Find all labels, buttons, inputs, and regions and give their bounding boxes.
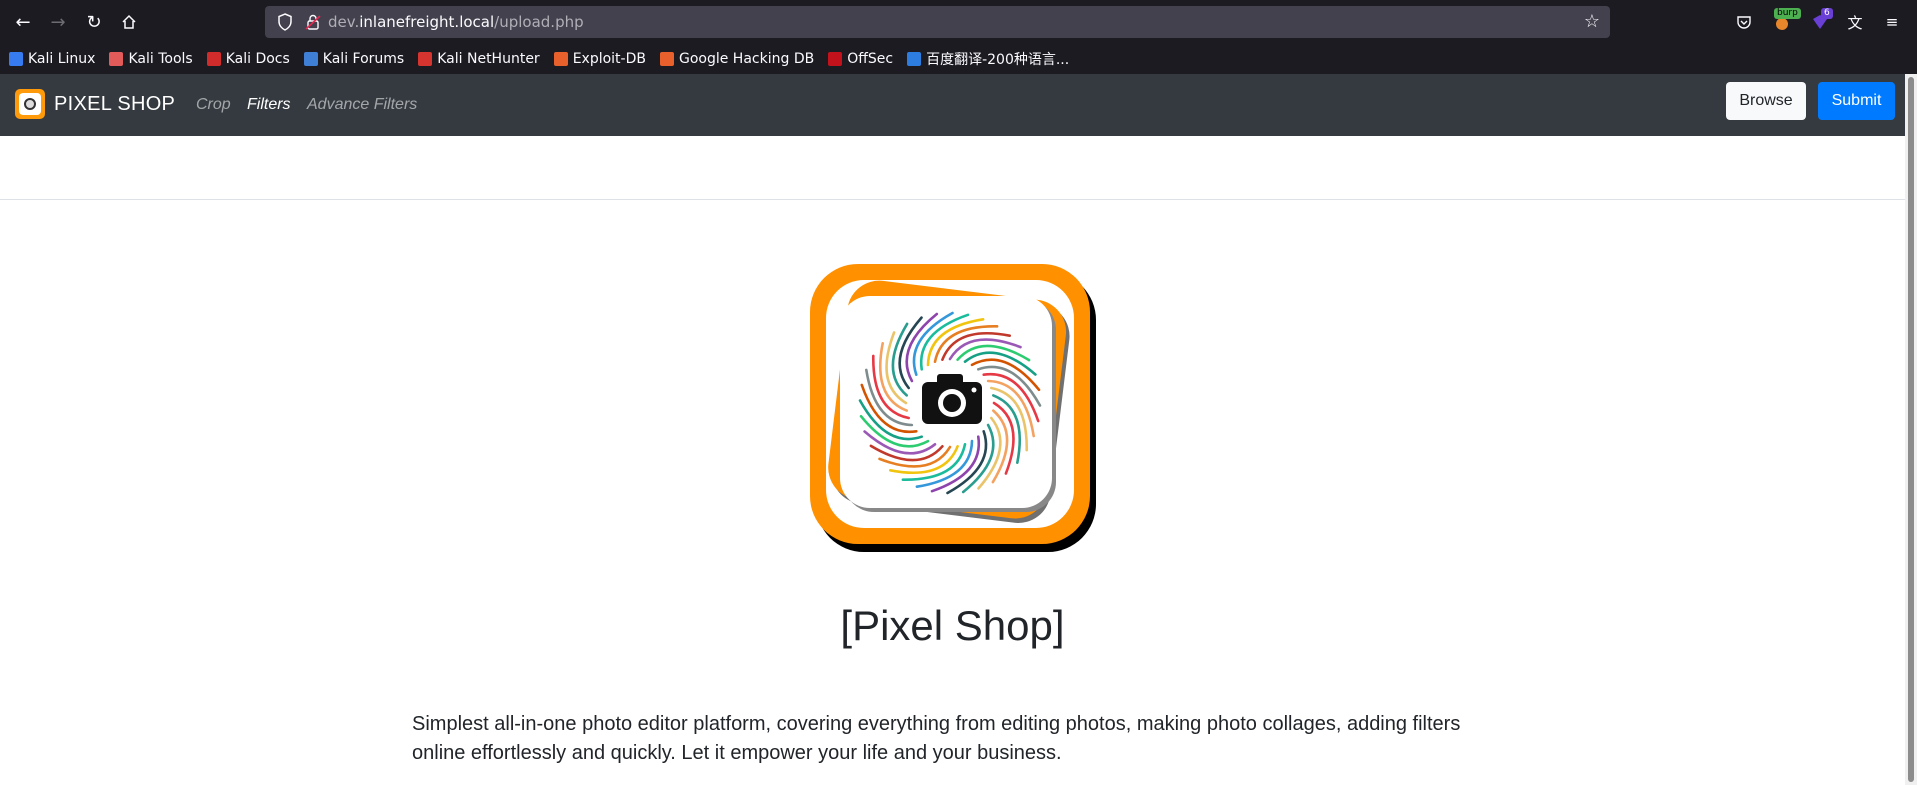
- bookmark-kali-tools[interactable]: Kali Tools: [109, 51, 193, 67]
- bookmark-google-hacking-db[interactable]: Google Hacking DB: [659, 51, 814, 67]
- browser-toolbar: ← → ↻ dev.inlanefreight.local/upload.php…: [0, 0, 1917, 44]
- submit-button[interactable]: Submit: [1818, 82, 1895, 120]
- brand-name[interactable]: PIXEL SHOP: [54, 93, 175, 116]
- exploit-db-icon: [553, 52, 568, 66]
- pixel-shop-logo-icon[interactable]: [15, 89, 45, 119]
- address-bar[interactable]: dev.inlanefreight.local/upload.php ☆: [265, 6, 1610, 38]
- baidu-translate-icon: [907, 52, 922, 66]
- google-hacking-db-icon: [659, 52, 674, 66]
- translate-icon[interactable]: 文: [1843, 10, 1867, 34]
- offsec-icon: [828, 52, 843, 66]
- pocket-icon[interactable]: [1732, 10, 1756, 34]
- bookmarks-bar: Kali Linux Kali Tools Kali Docs Kali For…: [0, 44, 1917, 74]
- url-text: dev.inlanefreight.local/upload.php: [328, 13, 584, 31]
- app-navbar: PIXEL SHOP Crop Filters Advance Filters …: [0, 74, 1905, 136]
- burp-badge: burp: [1774, 8, 1801, 19]
- kali-tools-icon: [109, 52, 124, 66]
- notif-badge: 6: [1821, 8, 1833, 19]
- hero-description: Simplest all-in-one photo editor platfor…: [412, 713, 1461, 764]
- nav-link-advance-filters[interactable]: Advance Filters: [307, 96, 417, 114]
- bookmark-star-icon[interactable]: ☆: [1584, 11, 1600, 32]
- reload-icon[interactable]: ↻: [79, 8, 109, 36]
- menu-hamburger-icon[interactable]: ≡: [1880, 10, 1904, 34]
- nav-link-crop[interactable]: Crop: [196, 96, 231, 114]
- bookmark-offsec[interactable]: OffSec: [828, 51, 893, 67]
- notifications-extension-icon[interactable]: 6: [1808, 8, 1833, 34]
- bookmark-kali-docs[interactable]: Kali Docs: [206, 51, 290, 67]
- insecure-lock-icon[interactable]: [303, 12, 323, 32]
- burp-extension-icon[interactable]: burp: [1770, 8, 1801, 34]
- bookmark-baidu-translate[interactable]: 百度翻译-200种语言...: [907, 49, 1069, 69]
- home-icon[interactable]: [114, 8, 144, 36]
- kali-linux-icon: [9, 52, 23, 66]
- browse-button[interactable]: Browse: [1726, 82, 1806, 120]
- section-divider: [0, 199, 1905, 200]
- back-arrow-icon[interactable]: ←: [8, 8, 38, 36]
- nav-link-filters[interactable]: Filters: [247, 96, 291, 114]
- bookmark-kali-linux[interactable]: Kali Linux: [9, 51, 95, 67]
- pixel-shop-hero-logo: [810, 264, 1100, 554]
- hero-title: [Pixel Shop]: [840, 602, 1065, 649]
- kali-docs-icon: [206, 52, 221, 66]
- page-scrollbar[interactable]: [1905, 74, 1917, 785]
- bookmark-exploit-db[interactable]: Exploit-DB: [553, 51, 646, 67]
- bookmark-kali-forums[interactable]: Kali Forums: [303, 51, 404, 67]
- tracking-shield-icon[interactable]: [275, 12, 295, 32]
- bookmark-kali-nethunter[interactable]: Kali NetHunter: [418, 51, 540, 67]
- forward-arrow-icon[interactable]: →: [43, 8, 73, 36]
- kali-nethunter-icon: [418, 52, 433, 66]
- kali-forums-icon: [303, 52, 318, 66]
